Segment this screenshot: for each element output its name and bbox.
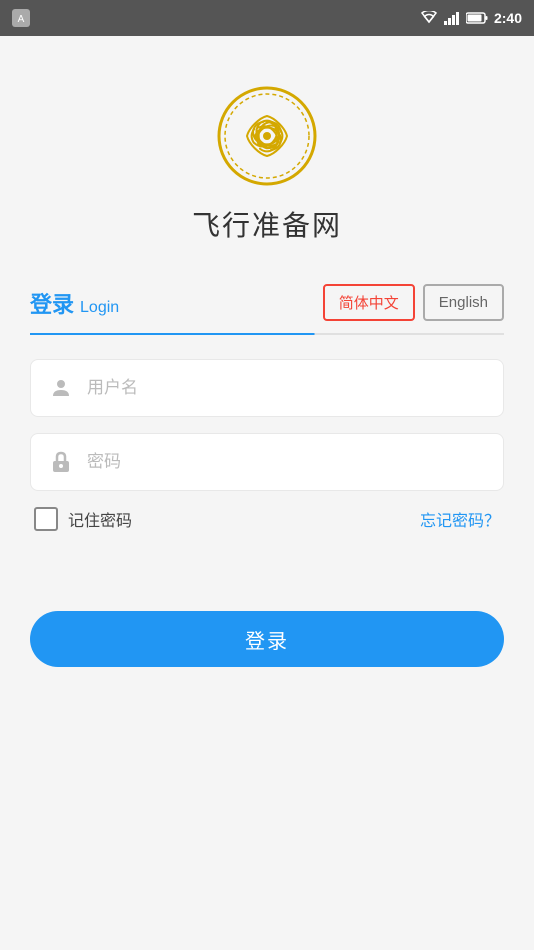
app-icon: A <box>12 9 30 27</box>
signal-icon <box>444 11 460 25</box>
main-content: 飞行准备网 登录 Login 简体中文 English <box>0 36 534 950</box>
password-input[interactable] <box>87 452 487 472</box>
wifi-icon <box>420 11 438 25</box>
form-area: 记住密码 忘记密码？ <box>0 359 534 531</box>
login-btn-area: 登录 <box>0 611 534 667</box>
status-bar-left: A <box>12 9 30 27</box>
status-bar: A 2:40 <box>0 0 534 36</box>
remember-label: 记住密码 <box>68 507 132 531</box>
tab-area: 登录 Login 简体中文 English <box>0 284 534 335</box>
username-input-group <box>30 359 504 417</box>
tab-underline <box>30 333 504 335</box>
lock-icon <box>47 448 75 476</box>
login-title-cn: 登录 <box>30 287 74 319</box>
tab-header: 登录 Login 简体中文 English <box>30 284 504 333</box>
lang-en-button[interactable]: English <box>423 284 504 321</box>
logo-area: 飞行准备网 <box>192 86 342 244</box>
status-bar-right: 2:40 <box>420 10 522 26</box>
tab-title: 登录 Login <box>30 287 119 319</box>
svg-text:A: A <box>18 14 25 25</box>
login-button[interactable]: 登录 <box>30 611 504 667</box>
login-title-en: Login <box>80 299 119 317</box>
lang-cn-button[interactable]: 简体中文 <box>323 284 415 321</box>
status-time: 2:40 <box>494 10 522 26</box>
password-input-group <box>30 433 504 491</box>
forgot-password-link[interactable]: 忘记密码？ <box>420 507 500 531</box>
remember-checkbox[interactable] <box>34 507 58 531</box>
battery-icon <box>466 11 488 25</box>
lang-buttons: 简体中文 English <box>323 284 504 321</box>
app-logo <box>217 86 317 186</box>
user-icon <box>47 374 75 402</box>
remember-left: 记住密码 <box>34 507 132 531</box>
remember-row: 记住密码 忘记密码？ <box>30 507 504 531</box>
username-input[interactable] <box>87 378 487 398</box>
app-title: 飞行准备网 <box>192 204 342 244</box>
